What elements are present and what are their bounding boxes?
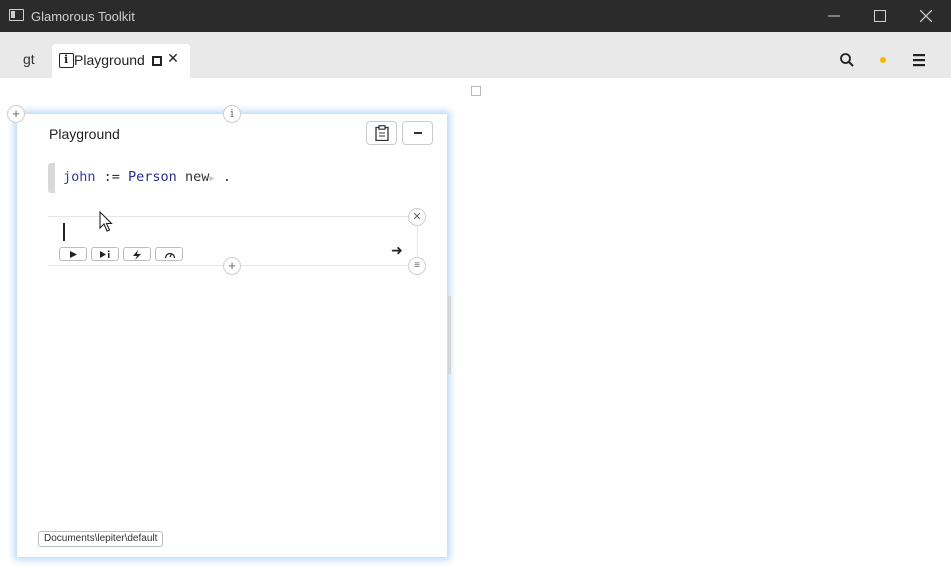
close-tab-button[interactable]: ✕ xyxy=(166,50,180,67)
window-title: Glamorous Toolkit xyxy=(31,9,135,24)
database-path-badge[interactable]: Documents\lepiter\default xyxy=(38,531,164,547)
code-token-assign: := xyxy=(95,169,129,185)
arrow-right-icon[interactable]: ➜ xyxy=(391,242,403,259)
profile-button[interactable] xyxy=(123,247,151,261)
window-titlebar[interactable]: Glamorous Toolkit xyxy=(0,0,951,32)
close-window-button[interactable] xyxy=(903,0,949,32)
run-button[interactable] xyxy=(59,247,87,261)
tab-gt-label: gt xyxy=(23,51,35,67)
status-indicator xyxy=(880,57,886,63)
inspector-icon xyxy=(59,53,74,68)
page-title: Playground xyxy=(49,126,120,142)
text-cursor xyxy=(63,223,65,241)
hamburger-icon[interactable] xyxy=(910,52,928,68)
minimize-icon xyxy=(828,15,840,17)
search-icon[interactable] xyxy=(838,51,856,69)
close-icon xyxy=(920,10,932,22)
play-icon xyxy=(70,251,77,258)
tab-playground-label: Playground xyxy=(74,52,145,68)
gauge-icon xyxy=(164,252,176,259)
snippet-menu-button[interactable]: ≡ xyxy=(408,257,426,275)
run-and-inspect-button[interactable] xyxy=(91,247,119,261)
play-inspect-icon xyxy=(100,250,110,258)
pane-resize-handle[interactable] xyxy=(471,86,481,96)
tab-bar: gt Playground ✕ xyxy=(0,32,951,78)
code-token-class: Person xyxy=(128,169,177,185)
performance-button[interactable] xyxy=(155,247,183,261)
inspect-pane-button[interactable]: i xyxy=(223,105,241,123)
maximize-button[interactable] xyxy=(857,0,903,32)
code-token-period: . xyxy=(214,169,232,185)
tab-playground[interactable]: Playground ✕ xyxy=(52,44,190,78)
minimize-button[interactable] xyxy=(811,0,857,32)
snippet-gutter xyxy=(48,163,55,193)
add-snippet-button[interactable]: + xyxy=(223,257,241,275)
code-token-message: new xyxy=(176,169,210,185)
code-token-variable: john xyxy=(63,169,96,185)
clipboard-icon xyxy=(375,125,389,141)
snippet-code[interactable]: john := Person new▶ . xyxy=(63,169,231,185)
mouse-pointer-icon xyxy=(99,211,113,232)
app-icon xyxy=(9,9,24,21)
collapse-button[interactable] xyxy=(402,121,433,145)
add-pane-button[interactable]: + xyxy=(7,105,25,123)
pane-splitter[interactable] xyxy=(448,296,451,374)
code-snippet[interactable]: john := Person new▶ . xyxy=(48,163,418,193)
remove-snippet-button[interactable]: ✕ xyxy=(408,208,426,226)
tab-gt[interactable]: gt xyxy=(0,44,48,78)
maximize-tab-icon[interactable] xyxy=(152,56,162,66)
lightning-icon xyxy=(133,250,141,260)
maximize-icon xyxy=(874,10,886,22)
clipboard-button[interactable] xyxy=(366,121,397,145)
